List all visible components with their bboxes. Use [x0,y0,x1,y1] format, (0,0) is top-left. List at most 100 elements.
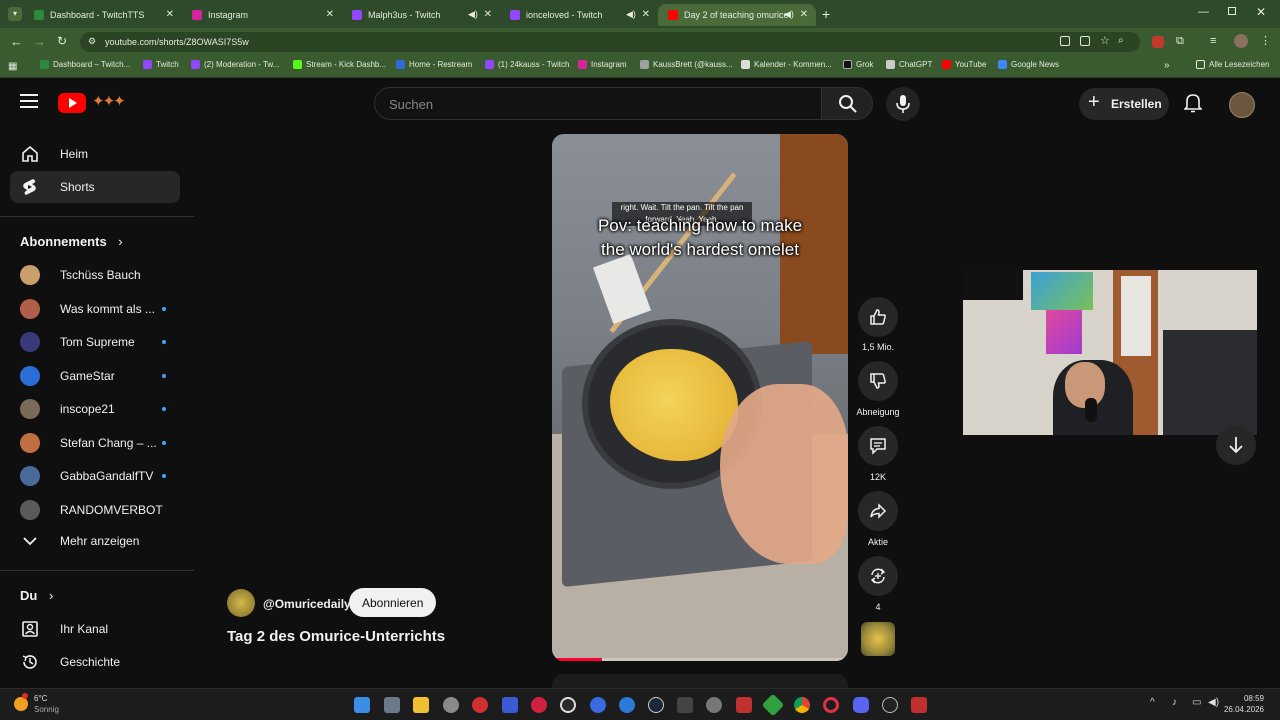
tray-network-icon[interactable]: ▭ [1192,697,1201,708]
bookmark-item[interactable]: (2) Moderation - Tw... [191,60,279,69]
settings-app-icon[interactable] [706,697,722,713]
tab-omurice[interactable]: Day 2 of teaching omurice ◀) ✕ [658,4,816,26]
restore-icon[interactable] [1228,7,1236,15]
install-icon[interactable] [1080,36,1090,46]
create-button[interactable]: + Erstellen [1079,88,1169,120]
close-tab-icon[interactable]: ✕ [800,9,808,20]
bookmark-item[interactable]: Instagram [578,60,627,69]
start-windows-icon[interactable] [354,697,370,713]
streamlabs-2-icon[interactable] [911,697,927,713]
stream-app-icon[interactable] [619,697,635,713]
subscribe-button[interactable]: Abonnieren [349,588,436,617]
gaming-app-icon[interactable] [677,697,693,713]
speaker-icon[interactable]: ◀) [468,9,478,20]
bookmark-item[interactable]: Stream - Kick Dashb... [293,60,386,69]
remix-button[interactable] [858,556,898,596]
next-short-button[interactable] [1216,425,1256,465]
bookmark-item[interactable]: Kalender - Kommen... [741,60,832,69]
search-input[interactable]: Suchen [389,97,433,112]
channel-avatar[interactable] [227,589,255,617]
back-icon[interactable]: ← [10,34,23,49]
close-tab-icon[interactable]: ✕ [166,9,174,20]
bookmark-item[interactable]: (1) 24kauss - Twitch [485,60,569,69]
sidebar-subscription-item[interactable]: Tschüss Bauch [10,259,180,291]
extension-icon[interactable] [1152,36,1164,48]
bookmark-item[interactable]: Home - Restream [396,60,472,69]
calculator-icon[interactable] [384,697,400,713]
forward-icon[interactable]: → [33,34,46,49]
like-button[interactable] [858,297,898,337]
bookmark-item[interactable]: Grok [843,60,873,69]
sidebar-subscription-item[interactable]: Tom Supreme [10,326,180,358]
close-window-icon[interactable]: ✕ [1256,5,1266,19]
mouse-app-icon[interactable] [443,697,459,713]
doodle-figures-icon[interactable]: ✦✦✦ [92,92,126,110]
bookmark-item[interactable]: Dashboard – Twitch... [40,60,130,69]
sound-thumbnail[interactable] [861,622,895,656]
translate-icon[interactable] [1060,36,1070,46]
sidebar-subscription-item[interactable]: Stefan Chang – ... [10,427,180,459]
bookmark-star-icon[interactable]: ☆ [1100,34,1110,47]
sidebar-item-your-channel[interactable]: Ihr Kanal [10,613,180,645]
apps-grid-icon[interactable]: ▦ [8,61,17,72]
address-field[interactable]: ⚙ youtube.com/shorts/Z8OWASI7S5w ☆ ⌕ [80,32,1140,52]
tray-mic-icon[interactable]: ♪ [1172,697,1177,708]
streamlabs-icon[interactable] [736,697,752,713]
opera-icon[interactable] [823,697,839,713]
share-button[interactable] [858,491,898,531]
speaker-icon[interactable]: ◀) [626,9,636,20]
profile-avatar[interactable] [1234,34,1248,48]
new-tab-icon[interactable]: + [822,6,830,22]
weather-icon[interactable] [14,697,28,711]
discord-icon[interactable] [853,697,869,713]
red-app-icon[interactable] [472,697,488,713]
bookmark-item[interactable]: KaussBrett (@kauss... [640,60,733,69]
sidebar-item-history[interactable]: Geschichte [10,646,180,678]
sidebar-item-shorts[interactable]: Shorts [10,171,180,203]
show-more-button[interactable]: Mehr anzeigen [10,525,180,557]
short-title[interactable]: Tag 2 des Omurice-Unterrichts [227,628,445,645]
browser-menu-icon[interactable]: ⋮ [1260,34,1271,47]
subscriptions-header[interactable]: Abonnements › [20,234,123,249]
extensions-puzzle-icon[interactable]: ⧉ [1176,35,1184,48]
youtube-logo[interactable] [58,93,86,113]
close-tab-icon[interactable]: ✕ [642,9,650,20]
video-progress-track[interactable] [552,658,848,661]
channel-handle[interactable]: @Omuricedaily [263,597,351,611]
obs-icon[interactable] [560,697,576,713]
steam-icon[interactable] [648,697,664,713]
reload-icon[interactable]: ↻ [57,34,67,48]
v-app-icon[interactable] [502,697,518,713]
tab-ionceloved[interactable]: ionceloved - Twitch ◀) ✕ [500,4,658,26]
more-bookmarks-icon[interactable]: » [1164,60,1170,71]
tab-dashboard[interactable]: Dashboard - TwitchTTS ✕ [24,4,182,26]
tray-chevron-up-icon[interactable]: ^ [1150,697,1155,708]
dislike-button[interactable] [858,361,898,401]
sidebar-item-home[interactable]: Heim [10,138,180,170]
clock-time[interactable]: 08:59 [1228,694,1264,703]
short-video-player[interactable]: right. Wait. Tilt the pan. Tilt the pan … [552,134,848,661]
sidebar-subscription-item[interactable]: GabbaGandalfTV [10,460,180,492]
bookmark-item[interactable]: Google News [998,60,1059,69]
sidebar-subscription-item[interactable]: GameStar [10,360,180,392]
sidebar-subscription-item[interactable]: inscope21 [10,393,180,425]
bookmark-item[interactable]: Twitch [143,60,179,69]
next-short-peek[interactable] [552,674,848,688]
search-box[interactable]: Suchen [374,87,822,120]
all-bookmarks-folder[interactable]: Alle Lesezeichen [1196,60,1269,69]
chrome-icon[interactable] [794,697,810,713]
tab-malph3us[interactable]: Malph3us - Twitch ◀) ✕ [342,4,500,26]
hamburger-menu-icon[interactable] [20,94,38,108]
file-explorer-icon[interactable] [413,697,429,713]
search-button[interactable] [821,87,873,120]
sidebar-subscription-item[interactable]: Was kommt als ... [10,293,180,325]
clock-date[interactable]: 26.04.2026 [1218,705,1264,714]
sidebar-subscription-item[interactable]: RANDOMVERBOT [10,494,180,526]
blue-app-icon[interactable] [590,697,606,713]
dark-app-icon[interactable] [882,697,898,713]
tab-search-icon[interactable]: ▾ [8,7,22,21]
bookmark-item[interactable]: ChatGPT [886,60,932,69]
you-section-header[interactable]: Du › [20,588,53,603]
comments-button[interactable] [858,426,898,466]
media-controls-icon[interactable]: ≡ [1210,35,1216,47]
